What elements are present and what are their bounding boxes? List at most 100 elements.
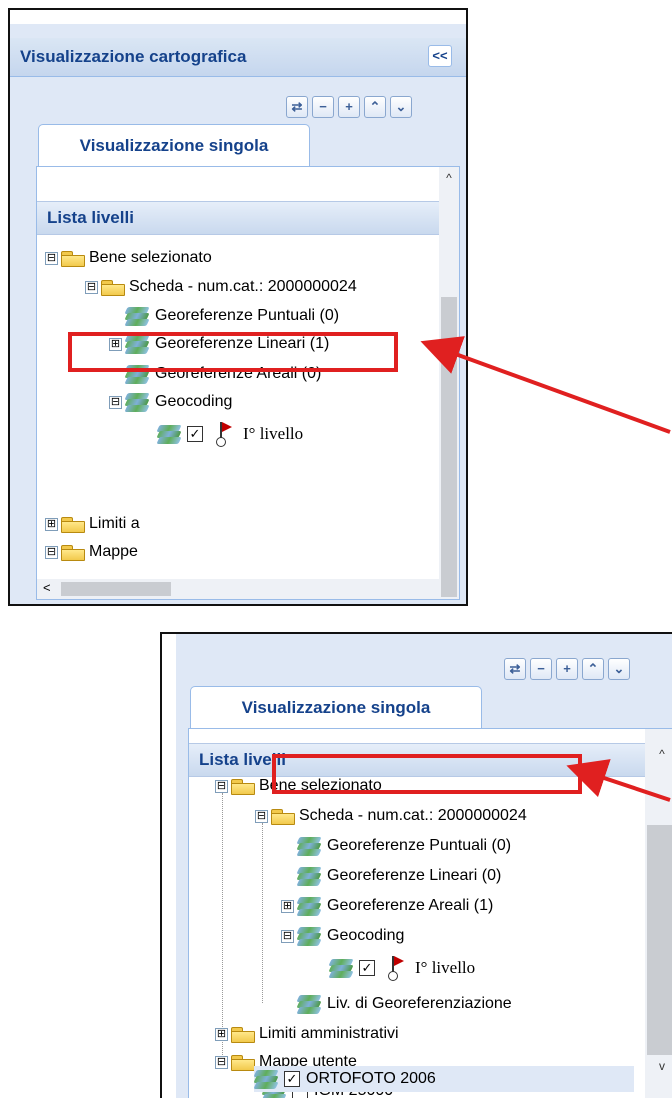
layer-stack-icon <box>296 866 323 886</box>
layer-stack-icon <box>156 424 183 444</box>
tree-body: Lista livelli ^ ⊟ Bene selezionato ⊟ Sch… <box>36 166 460 600</box>
vertical-scrollbar[interactable]: ^ <box>439 167 459 599</box>
tree-node-limiti[interactable]: ⊞ Limiti amministrativi <box>215 1021 399 1047</box>
layer-checkbox[interactable]: ✓ <box>284 1071 300 1087</box>
layer-stack-icon <box>124 306 151 326</box>
collapse-icon[interactable]: ⊟ <box>45 251 58 265</box>
layer-label: Georeferenze Areali (1) <box>327 897 494 914</box>
highlight-box <box>272 754 582 794</box>
tree-node-label: Mappe <box>89 543 138 560</box>
layer-first-level[interactable]: ✓ I° livello <box>328 955 476 981</box>
layer-stack-icon <box>296 836 323 856</box>
collapse-icon[interactable]: ⊟ <box>85 280 98 294</box>
zoom-out-icon[interactable]: − <box>312 96 334 118</box>
zoom-in-icon[interactable]: + <box>556 658 578 680</box>
folder-icon <box>101 279 125 296</box>
layer-stack-icon <box>296 994 323 1014</box>
collapse-icon[interactable]: ⊟ <box>255 809 268 823</box>
folder-icon <box>231 1054 255 1071</box>
highlight-box <box>68 332 398 372</box>
expand-icon[interactable]: ⊞ <box>281 899 294 913</box>
layer-label: Georeferenze Puntuali (0) <box>327 837 512 854</box>
tree-node-mappe[interactable]: ⊟ Mappe <box>45 539 138 565</box>
flag-icon <box>385 955 405 981</box>
expand-icon[interactable]: ⊞ <box>45 517 58 531</box>
layer-label: Geocoding <box>327 927 405 944</box>
tree-node-scheda[interactable]: ⊟ Scheda - num.cat.: 2000000024 <box>85 274 357 300</box>
map-view-panel-detail: ⇄ − + ⌃ ⌄ Visualizzazione singola Lista … <box>176 634 672 1098</box>
scroll-left-icon[interactable]: < <box>43 580 51 595</box>
scroll-down-icon[interactable]: v <box>645 1059 672 1073</box>
layer-georef-puntuali[interactable]: Georeferenze Puntuali (0) <box>124 303 340 329</box>
layer-first-level[interactable]: ✓ I° livello <box>156 421 304 447</box>
layer-label: ORTOFOTO 2006 <box>306 1070 436 1087</box>
layer-checkbox[interactable]: ✓ <box>359 960 375 976</box>
layer-stack-icon <box>253 1069 280 1089</box>
scroll-up-icon[interactable]: ^ <box>645 747 672 761</box>
collapse-icon[interactable]: ⊟ <box>215 1055 228 1069</box>
map-view-panel: Visualizzazione cartografica << ⇄ − + ⌃ … <box>10 24 466 604</box>
layer-ortofoto[interactable]: ✓ ORTOFOTO 2006 <box>253 1066 634 1092</box>
layer-checkbox[interactable]: ✓ <box>187 426 203 442</box>
folder-icon <box>61 544 85 561</box>
folder-icon <box>61 516 85 533</box>
tab-single-view[interactable]: Visualizzazione singola <box>190 686 482 729</box>
expand-all-icon[interactable]: ⌄ <box>390 96 412 118</box>
layer-list-header: Lista livelli <box>37 201 459 235</box>
scroll-thumb[interactable] <box>647 825 672 1055</box>
layer-stack-icon <box>296 926 323 946</box>
refresh-icon[interactable]: ⇄ <box>504 658 526 680</box>
layer-stack-icon <box>296 896 323 916</box>
horizontal-scrollbar[interactable]: < <box>37 579 439 599</box>
horizontal-scroll-thumb[interactable] <box>61 582 171 596</box>
zoom-out-icon[interactable]: − <box>530 658 552 680</box>
collapse-icon[interactable]: ⊟ <box>281 929 294 943</box>
collapse-icon[interactable]: ⊟ <box>215 779 228 793</box>
layer-label: Georeferenze Puntuali (0) <box>155 307 340 324</box>
collapse-icon[interactable]: << <box>428 45 452 67</box>
layer-georef-puntuali[interactable]: Georeferenze Puntuali (0) <box>296 833 512 859</box>
screenshot-panel-after: ⇄ − + ⌃ ⌄ Visualizzazione singola Lista … <box>160 632 672 1098</box>
tree-toolbar: ⇄ − + ⌃ ⌄ <box>286 96 412 118</box>
folder-icon <box>271 808 295 825</box>
tree-node-label: Limiti amministrativi <box>259 1025 399 1042</box>
layer-label: Geocoding <box>155 393 233 410</box>
layer-list-title: Lista livelli <box>47 208 134 227</box>
layer-stack-icon <box>328 958 355 978</box>
folder-icon <box>231 778 255 795</box>
layer-georef-areali[interactable]: ⊞ Georeferenze Areali (1) <box>281 893 493 919</box>
tree-node-label: Bene selezionato <box>89 249 212 266</box>
tree-node-label: Limiti a <box>89 515 140 532</box>
layer-label: Liv. di Georeferenziazione <box>327 995 512 1012</box>
folder-icon <box>231 1026 255 1043</box>
tab-single-view[interactable]: Visualizzazione singola <box>38 124 310 167</box>
tree-guide-line <box>262 823 263 1003</box>
expand-all-icon[interactable]: ⌄ <box>608 658 630 680</box>
layer-label: I° livello <box>415 958 476 977</box>
tree-node-geocoding[interactable]: ⊟ Geocoding <box>281 923 404 949</box>
collapse-icon[interactable]: ⊟ <box>45 545 58 559</box>
layer-label: I° livello <box>243 424 304 443</box>
flag-icon <box>213 421 233 447</box>
collapse-all-icon[interactable]: ⌃ <box>582 658 604 680</box>
vertical-scrollbar[interactable]: ^ v <box>645 729 672 1098</box>
collapse-icon[interactable]: ⊟ <box>109 395 122 409</box>
folder-icon <box>61 250 85 267</box>
layer-stack-icon <box>124 392 151 412</box>
expand-icon[interactable]: ⊞ <box>215 1027 228 1041</box>
layer-georef-level[interactable]: Liv. di Georeferenziazione <box>296 991 512 1017</box>
tree-node-limiti[interactable]: ⊞ Limiti a <box>45 511 140 537</box>
scroll-thumb[interactable] <box>441 297 457 597</box>
layer-georef-lineari[interactable]: Georeferenze Lineari (0) <box>296 863 502 889</box>
layer-label: Georeferenze Lineari (0) <box>327 867 502 884</box>
tree-node-label: Scheda - num.cat.: 2000000024 <box>129 278 357 295</box>
zoom-in-icon[interactable]: + <box>338 96 360 118</box>
collapse-all-icon[interactable]: ⌃ <box>364 96 386 118</box>
tree-node-scheda[interactable]: ⊟ Scheda - num.cat.: 2000000024 <box>255 803 527 829</box>
tree-toolbar: ⇄ − + ⌃ ⌄ <box>504 658 630 680</box>
screenshot-panel-before: Visualizzazione cartografica << ⇄ − + ⌃ … <box>8 8 468 606</box>
tree-node-geocoding[interactable]: ⊟ Geocoding <box>109 389 232 415</box>
scroll-up-icon[interactable]: ^ <box>439 171 459 185</box>
refresh-icon[interactable]: ⇄ <box>286 96 308 118</box>
tree-node-bene[interactable]: ⊟ Bene selezionato <box>45 245 212 271</box>
